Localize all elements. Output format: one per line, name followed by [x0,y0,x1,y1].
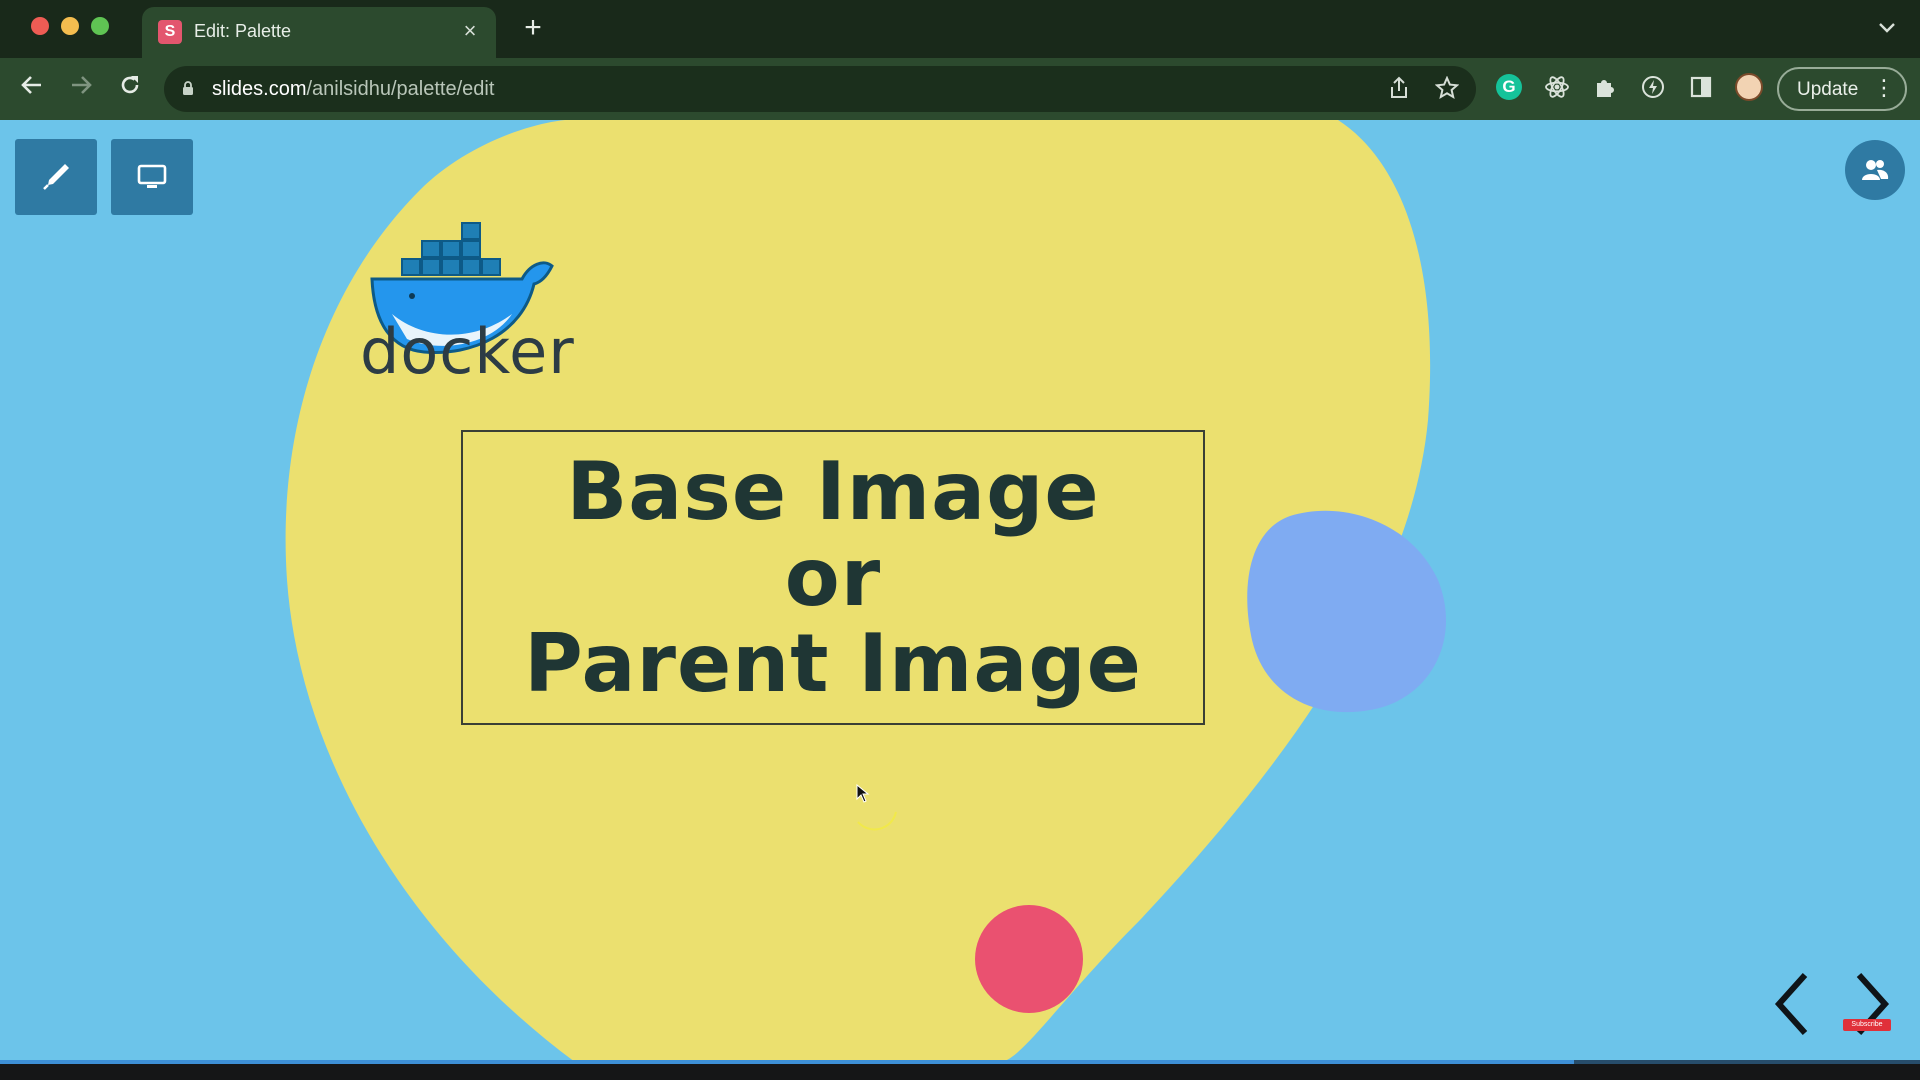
pink-blob-shape [975,905,1083,1013]
address-bar[interactable]: slides.com/anilsidhu/palette/edit [164,66,1476,112]
react-devtools-icon[interactable] [1542,72,1572,102]
kebab-menu-icon[interactable]: ⋮ [1873,76,1895,100]
edit-button[interactable] [15,139,97,215]
back-arrow-icon[interactable] [15,72,49,106]
close-window-button[interactable] [31,17,49,35]
slide-canvas: docker Base Image or Parent Image Subscr… [0,120,1920,1062]
tab-search-chevron-icon[interactable] [1878,18,1896,39]
share-icon[interactable] [1386,76,1412,102]
extensions-puzzle-icon[interactable] [1590,72,1620,102]
screen-bezel [0,1064,1920,1080]
update-label: Update [1797,79,1859,100]
docker-wordmark: docker [360,315,575,388]
present-button[interactable] [111,139,193,215]
prev-slide-chevron-left-icon[interactable] [1767,969,1817,1039]
profile-avatar[interactable] [1734,72,1764,102]
bookmark-star-icon[interactable] [1434,75,1460,102]
url-path: /anilsidhu/palette/edit [306,78,495,100]
update-button[interactable]: Update ⋮ [1777,67,1907,111]
browser-chrome: S Edit: Palette × + slides.com/anilsidhu… [0,0,1920,120]
new-tab-button[interactable]: + [518,13,548,44]
minimize-window-button[interactable] [61,17,79,35]
bolt-extension-icon[interactable] [1638,72,1668,102]
tab-strip: S Edit: Palette × + [0,0,1920,58]
slides-favicon-icon: S [158,20,182,44]
title-line-2: or [784,530,882,624]
browser-toolbar: slides.com/anilsidhu/palette/edit G Upda… [0,58,1920,120]
url-host: slides.com [212,78,307,100]
title-line-1: Base Image [566,444,1100,538]
url-text: slides.com/anilsidhu/palette/edit [212,78,494,101]
mouse-cursor-icon [856,784,897,831]
grammarly-extension-icon[interactable]: G [1494,72,1524,102]
tab-title: Edit: Palette [194,21,292,41]
forward-arrow-icon[interactable] [64,72,98,106]
subscribe-watermark: Subscribe [1843,1019,1891,1031]
pencil-icon [43,164,69,190]
collaborators-button[interactable] [1845,140,1905,200]
blue-blob-shape [1247,510,1447,713]
monitor-icon [137,164,167,188]
slide-title-box[interactable]: Base Image or Parent Image [461,430,1205,725]
reload-icon[interactable] [113,72,147,106]
people-icon [1862,160,1889,180]
title-line-3: Parent Image [524,616,1142,710]
browser-tab-active[interactable]: S Edit: Palette × [142,7,496,58]
lock-icon [183,81,193,95]
tab-close-icon[interactable]: × [458,19,482,43]
side-panel-icon[interactable] [1686,72,1716,102]
zoom-window-button[interactable] [91,17,109,35]
